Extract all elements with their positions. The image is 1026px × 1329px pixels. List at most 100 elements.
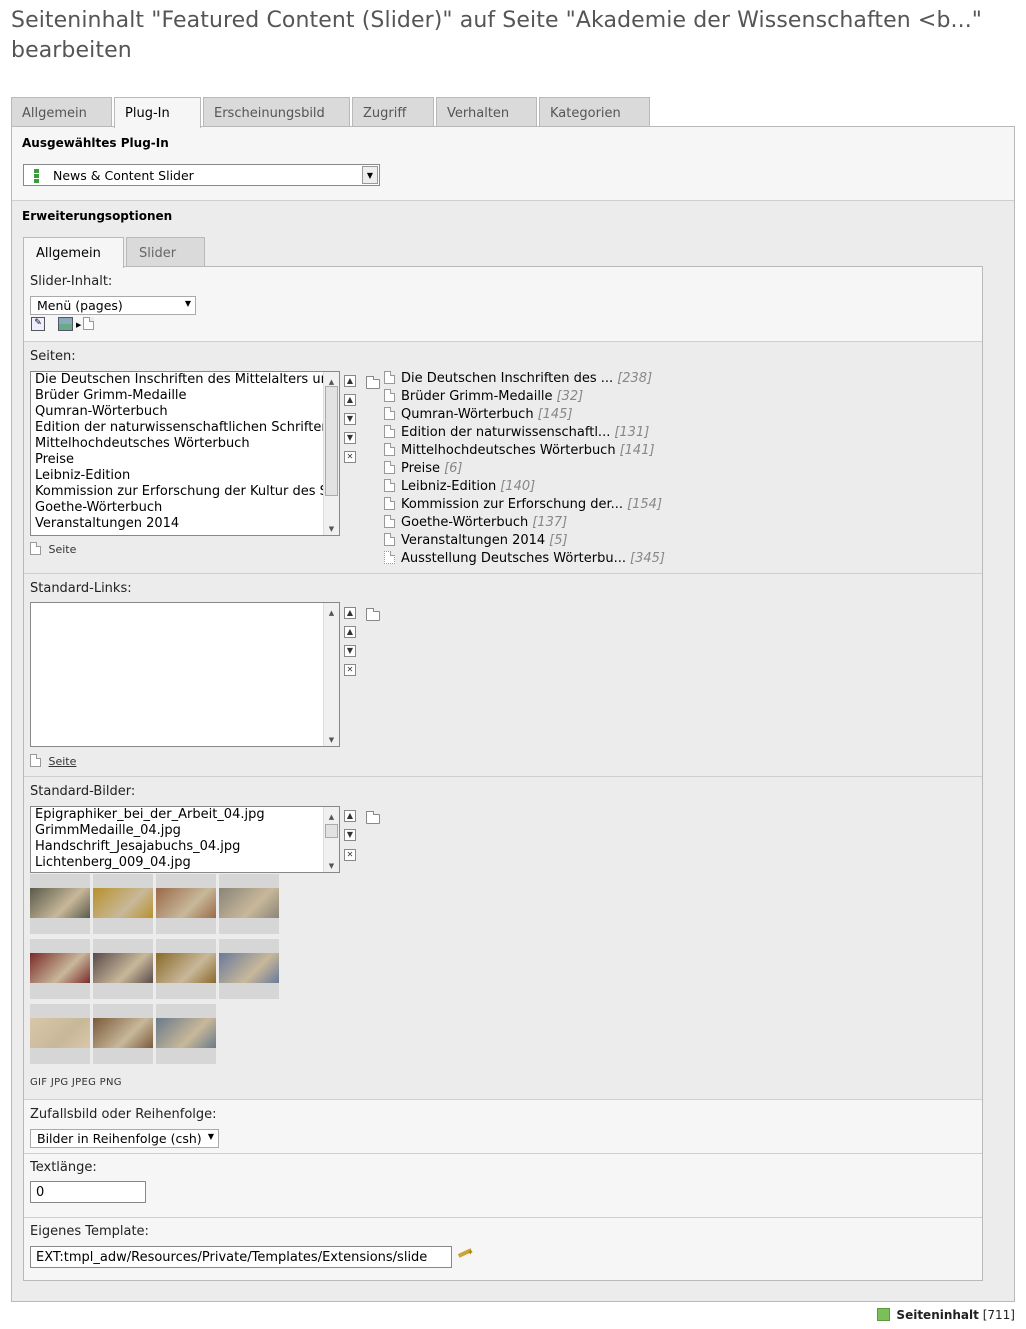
tab-verhalten[interactable]: Verhalten <box>436 97 537 127</box>
pages-scrollbar[interactable]: ▲ ▼ <box>323 372 339 535</box>
remove-button[interactable]: ✕ <box>344 451 356 463</box>
move-up-button[interactable]: ▲ <box>344 394 356 406</box>
plugin-icon <box>34 169 39 183</box>
image-thumbnail[interactable] <box>30 939 90 999</box>
add-page-link[interactable]: Seite <box>30 542 76 556</box>
wizard-wand-icon[interactable]: ✦ <box>457 1248 474 1262</box>
subtab-allgemein[interactable]: Allgemein <box>23 237 124 268</box>
image-thumbnail[interactable] <box>156 874 216 934</box>
reference-item[interactable]: Leibniz-Edition [140] <box>384 478 665 496</box>
dropdown-arrow-icon[interactable]: ▼ <box>185 299 191 308</box>
images-listbox[interactable]: Epigraphiker_bei_der_Arbeit_04.jpg GrimmM… <box>30 806 340 873</box>
list-item[interactable]: GrimmMedaille_04.jpg <box>31 823 339 839</box>
list-item[interactable]: Veranstaltungen 2014 <box>31 516 339 532</box>
move-down-button[interactable]: ▼ <box>344 829 356 841</box>
tab-kategorien[interactable]: Kategorien <box>539 97 650 127</box>
reference-id: [154] <box>627 497 663 512</box>
move-up-button[interactable]: ▲ <box>344 810 356 822</box>
reference-item[interactable]: Mittelhochdeutsches Wörterbuch [141] <box>384 442 665 460</box>
reference-item[interactable]: Goethe-Wörterbuch [137] <box>384 514 665 532</box>
folder-icon[interactable] <box>366 608 380 621</box>
reference-item[interactable]: Preise [6] <box>384 460 665 478</box>
remove-button[interactable]: ✕ <box>344 664 356 676</box>
standard-links-listbox[interactable]: ▲ ▼ <box>30 602 340 747</box>
pages-listbox[interactable]: Die Deutschen Inschriften des Mittelalte… <box>30 371 340 536</box>
image-thumbnail[interactable] <box>93 1004 153 1064</box>
wizard-icon[interactable] <box>58 317 73 331</box>
remove-button[interactable]: ✕ <box>344 849 356 861</box>
tab-erscheinungsbild[interactable]: Erscheinungsbild <box>203 97 350 127</box>
dropdown-arrow-icon[interactable]: ▼ <box>362 166 378 184</box>
text-length-label: Textlänge: <box>30 1160 97 1175</box>
page-icon <box>83 317 94 330</box>
reference-item[interactable]: Brüder Grimm-Medaille [32] <box>384 388 665 406</box>
folder-icon[interactable] <box>366 811 380 824</box>
image-thumbnail[interactable] <box>93 939 153 999</box>
reference-id: [238] <box>617 371 653 386</box>
list-item[interactable]: Handschrift_Jesajabuchs_04.jpg <box>31 839 339 855</box>
subtab-slider[interactable]: Slider <box>126 237 205 267</box>
template-input[interactable]: EXT:tmpl_adw/Resources/Private/Templates… <box>30 1246 452 1268</box>
move-top-button[interactable]: ▲ <box>344 375 356 387</box>
thumbnail-image <box>30 888 90 918</box>
list-item[interactable]: Epigraphiker_bei_der_Arbeit_04.jpg <box>31 807 339 823</box>
thumbnail-image <box>93 888 153 918</box>
reference-item[interactable]: Ausstellung Deutsches Wörterbu... [345] <box>384 550 665 568</box>
reference-title: Die Deutschen Inschriften des ... <box>401 371 614 386</box>
list-item[interactable]: Die Deutschen Inschriften des Mittelalte… <box>31 372 339 388</box>
image-thumbnail[interactable] <box>93 874 153 934</box>
record-footer[interactable]: Seiteninhalt [711] <box>877 1308 1015 1322</box>
move-down-button[interactable]: ▼ <box>344 645 356 657</box>
list-item[interactable]: Qumran-Wörterbuch <box>31 404 339 420</box>
arrow-right-icon: ▶ <box>76 321 82 329</box>
folder-icon[interactable] <box>366 376 380 389</box>
edit-record-icon[interactable]: ✎ <box>31 317 45 331</box>
random-order-select[interactable]: Bilder in Reihenfolge (csh) ▼ <box>30 1129 219 1148</box>
reference-item[interactable]: Edition der naturwissenschaftl... [131] <box>384 424 665 442</box>
move-up-button[interactable]: ▲ <box>344 626 356 638</box>
text-length-section: Textlänge: 0 <box>24 1154 982 1218</box>
list-item[interactable]: Brüder Grimm-Medaille <box>31 388 339 404</box>
image-thumbnail[interactable] <box>156 1004 216 1064</box>
reference-item[interactable]: Veranstaltungen 2014 [5] <box>384 532 665 550</box>
reference-id: [141] <box>619 443 655 458</box>
reference-item[interactable]: Kommission zur Erforschung der... [154] <box>384 496 665 514</box>
standard-links-scrollbar[interactable]: ▲ ▼ <box>323 603 339 746</box>
move-top-button[interactable]: ▲ <box>344 607 356 619</box>
add-link-page[interactable]: Seite <box>30 754 76 768</box>
footer-label: Seiteninhalt <box>896 1308 979 1322</box>
reference-title: Qumran-Wörterbuch <box>401 407 534 422</box>
image-thumbnail[interactable] <box>219 939 279 999</box>
plugin-select[interactable]: News & Content Slider ▼ <box>23 164 380 186</box>
image-thumbnail[interactable] <box>30 1004 90 1064</box>
reference-id: [6] <box>444 461 463 476</box>
thumbnail-image <box>156 1018 216 1048</box>
list-item[interactable]: Preise <box>31 452 339 468</box>
list-item[interactable]: Mittelhochdeutsches Wörterbuch <box>31 436 339 452</box>
page-icon <box>384 371 395 384</box>
dropdown-arrow-icon[interactable]: ▼ <box>208 1132 214 1141</box>
tab-allgemein[interactable]: Allgemein <box>11 97 112 127</box>
list-item[interactable]: Leibniz-Edition <box>31 468 339 484</box>
text-length-input[interactable]: 0 <box>30 1181 146 1203</box>
images-scrollbar[interactable]: ▲ ▼ <box>323 807 339 872</box>
list-item[interactable]: Kommission zur Erforschung der Kultur de… <box>31 484 339 500</box>
standard-images-label: Standard-Bilder: <box>30 784 136 799</box>
footer-id: [711] <box>982 1308 1015 1322</box>
tab-plug-in[interactable]: Plug-In <box>114 97 201 128</box>
page-icon <box>384 461 395 474</box>
reference-item[interactable]: Die Deutschen Inschriften des ... [238] <box>384 370 665 388</box>
move-bottom-button[interactable]: ▼ <box>344 432 356 444</box>
image-thumbnail[interactable] <box>156 939 216 999</box>
image-thumbnail[interactable] <box>30 874 90 934</box>
tab-zugriff[interactable]: Zugriff <box>352 97 434 127</box>
reference-id: [5] <box>549 533 568 548</box>
page-icon <box>30 754 41 767</box>
image-thumbnail[interactable] <box>219 874 279 934</box>
list-item[interactable]: Lichtenberg_009_04.jpg <box>31 855 339 871</box>
list-item[interactable]: Edition der naturwissenschaftlichen Schr… <box>31 420 339 436</box>
slider-content-select[interactable]: Menü (pages) ▼ <box>30 296 196 315</box>
reference-item[interactable]: Qumran-Wörterbuch [145] <box>384 406 665 424</box>
list-item[interactable]: Goethe-Wörterbuch <box>31 500 339 516</box>
move-down-button[interactable]: ▼ <box>344 413 356 425</box>
